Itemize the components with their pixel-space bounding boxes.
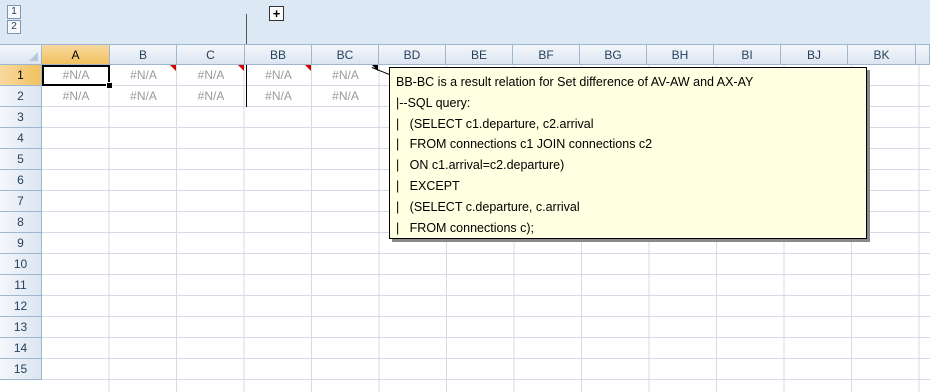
row-header-14[interactable]: 14	[0, 338, 42, 359]
comment-line: | (SELECT c1.departure, c2.arrival	[396, 116, 594, 131]
column-header-c[interactable]: C	[177, 45, 245, 65]
column-header-next[interactable]	[916, 45, 930, 65]
row-header-7[interactable]: 7	[0, 191, 42, 212]
outline-level-2-button[interactable]: 2	[7, 20, 21, 34]
comment-line: |--SQL query:	[396, 95, 471, 110]
cell-comment-box[interactable]: BB-BC is a result relation for Set diffe…	[389, 67, 867, 239]
row-header-11[interactable]: 11	[0, 275, 42, 296]
active-cell-border	[42, 65, 110, 86]
outline-group-line	[246, 14, 247, 44]
comment-indicator-bb1-icon[interactable]	[305, 65, 311, 71]
row-header-12[interactable]: 12	[0, 296, 42, 317]
column-header-bb[interactable]: BB	[245, 45, 312, 65]
cell-bb2[interactable]: #N/A	[245, 86, 312, 107]
cell-bb1[interactable]: #N/A	[245, 65, 312, 86]
cell-bc1[interactable]: #N/A	[312, 65, 379, 86]
column-header-bk[interactable]: BK	[848, 45, 916, 65]
cell-bc2[interactable]: #N/A	[312, 86, 379, 107]
row-header-13[interactable]: 13	[0, 317, 42, 338]
cell-c2[interactable]: #N/A	[177, 86, 245, 107]
comment-indicator-c1-icon[interactable]	[238, 65, 244, 71]
comment-line: | FROM connections c);	[396, 220, 535, 235]
column-header-bj[interactable]: BJ	[781, 45, 848, 65]
expand-group-button[interactable]: +	[269, 6, 284, 21]
row-header-15[interactable]: 15	[0, 359, 42, 380]
cell-a2[interactable]: #N/A	[42, 86, 110, 107]
select-all-triangle-icon	[29, 52, 38, 61]
comment-line: | EXCEPT	[396, 178, 460, 193]
select-all-corner[interactable]	[0, 45, 42, 65]
row-header-8[interactable]: 8	[0, 212, 42, 233]
fill-handle[interactable]	[106, 82, 113, 89]
row-header-3[interactable]: 3	[0, 107, 42, 128]
column-header-bh[interactable]: BH	[647, 45, 714, 65]
row-header-1[interactable]: 1	[0, 65, 42, 86]
cell-b1[interactable]: #N/A	[110, 65, 177, 86]
column-header-b[interactable]: B	[110, 45, 177, 65]
comment-line: BB-BC is a result relation for Set diffe…	[396, 75, 754, 89]
comment-line: | ON c1.arrival=c2.departure)	[396, 158, 565, 173]
outline-level-1-button[interactable]: 1	[7, 5, 21, 19]
column-header-bg[interactable]: BG	[580, 45, 647, 65]
hidden-columns-divider	[246, 65, 247, 107]
column-header-bi[interactable]: BI	[714, 45, 781, 65]
outline-bar: 1 2 +	[0, 0, 930, 45]
comment-line: | (SELECT c.departure, c.arrival	[396, 199, 580, 214]
row-header-9[interactable]: 9	[0, 233, 42, 254]
row-header-4[interactable]: 4	[0, 128, 42, 149]
row-header-5[interactable]: 5	[0, 149, 42, 170]
cell-b2[interactable]: #N/A	[110, 86, 177, 107]
column-header-a[interactable]: A	[42, 45, 110, 65]
comment-line: | FROM connections c1 JOIN connections c…	[396, 137, 653, 152]
row-header-10[interactable]: 10	[0, 254, 42, 275]
comment-indicator-b1-icon[interactable]	[170, 65, 176, 71]
column-header-bd[interactable]: BD	[379, 45, 446, 65]
column-header-bf[interactable]: BF	[513, 45, 580, 65]
row-header-2[interactable]: 2	[0, 86, 42, 107]
row-header-6[interactable]: 6	[0, 170, 42, 191]
cell-c1[interactable]: #N/A	[177, 65, 245, 86]
column-header-be[interactable]: BE	[446, 45, 513, 65]
column-header-bc[interactable]: BC	[312, 45, 379, 65]
